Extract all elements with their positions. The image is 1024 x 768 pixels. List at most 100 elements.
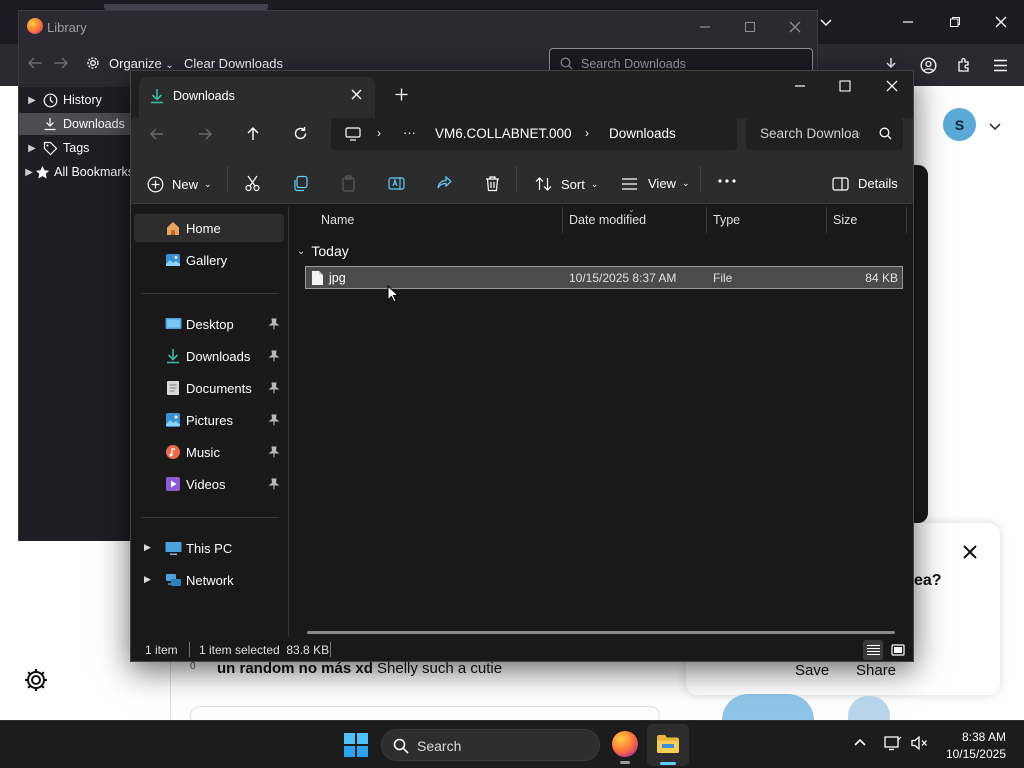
minimize-icon[interactable]	[794, 80, 806, 92]
breadcrumb-item[interactable]: Downloads	[609, 126, 676, 141]
nav-item-desktop[interactable]: Desktop	[134, 310, 284, 338]
column-header-date[interactable]: Date modified	[569, 213, 646, 227]
group-header[interactable]: ⌄ Today	[297, 243, 349, 259]
chevron-down-icon[interactable]	[987, 118, 1003, 134]
new-button[interactable]: New ⌄	[147, 176, 212, 193]
refresh-icon[interactable]	[293, 126, 308, 141]
chevron-right-icon[interactable]: ›	[585, 126, 589, 140]
tree-item-all-bookmarks[interactable]: ▶ All Bookmarks	[19, 161, 134, 183]
chevron-right-icon[interactable]: ›	[377, 126, 381, 140]
chevron-right-icon[interactable]: ▶	[144, 574, 151, 585]
pin-icon[interactable]	[268, 318, 280, 330]
close-icon[interactable]	[789, 21, 801, 33]
nav-item-pictures[interactable]: Pictures	[134, 406, 284, 434]
nav-item-home[interactable]: Home	[134, 214, 284, 242]
pin-icon[interactable]	[268, 478, 280, 490]
organize-button[interactable]: Organize ⌄	[109, 56, 174, 71]
chevron-right-icon[interactable]: ▶	[144, 542, 151, 553]
column-header-size[interactable]: Size	[833, 213, 857, 227]
column-header-name[interactable]: Name	[321, 213, 354, 227]
details-view-icon[interactable]	[863, 640, 883, 660]
copy-icon[interactable]	[292, 175, 309, 192]
file-explorer-taskbar-button[interactable]	[647, 724, 689, 766]
menu-icon[interactable]	[989, 54, 1011, 76]
view-button[interactable]: View ⌄	[621, 176, 690, 191]
pin-icon[interactable]	[268, 350, 280, 362]
close-icon[interactable]	[886, 80, 898, 92]
chevron-down-icon: ⌄	[590, 178, 599, 189]
save-button[interactable]: Save	[795, 662, 829, 679]
rename-icon[interactable]	[388, 175, 405, 192]
gear-icon[interactable]	[22, 666, 50, 694]
chevron-down-icon[interactable]	[816, 12, 836, 32]
start-icon[interactable]	[344, 733, 368, 757]
explorer-search-input[interactable]: Search Downloads	[746, 118, 903, 150]
close-icon[interactable]	[991, 12, 1011, 32]
forward-arrow-icon[interactable]	[53, 56, 69, 70]
column-header-type[interactable]: Type	[713, 213, 740, 227]
nav-item-gallery[interactable]: Gallery	[134, 246, 284, 274]
firefox-icon[interactable]	[612, 731, 638, 757]
back-arrow-icon[interactable]	[149, 127, 164, 141]
breadcrumb-item[interactable]: VM6.COLLABNET.000	[435, 126, 572, 141]
clock-icon	[41, 91, 59, 109]
taskbar-search[interactable]: Search	[381, 729, 600, 761]
restore-icon[interactable]	[945, 12, 965, 32]
nav-item-this-pc[interactable]: ▶ This PC	[134, 534, 284, 562]
back-arrow-icon[interactable]	[27, 56, 43, 70]
address-overflow[interactable]: ···	[403, 125, 416, 140]
nav-item-network[interactable]: ▶ Network	[134, 566, 284, 594]
comment-author[interactable]: un random no más xd	[217, 660, 373, 677]
nav-item-music[interactable]: Music	[134, 438, 284, 466]
tree-item-history[interactable]: ▶ History	[19, 89, 134, 111]
library-title: Library	[47, 20, 87, 35]
maximize-icon[interactable]	[839, 80, 851, 92]
sort-button[interactable]: Sort ⌄	[535, 176, 598, 192]
horizontal-scrollbar[interactable]	[307, 631, 895, 634]
search-icon	[393, 738, 409, 754]
clock-date[interactable]: 10/15/2025	[932, 747, 1006, 761]
thumbnail-view-icon[interactable]	[888, 640, 908, 660]
delete-icon[interactable]	[484, 175, 501, 192]
status-selection: 1 item selected 83.8 KB	[199, 643, 330, 657]
nav-label: This PC	[186, 540, 233, 556]
avatar[interactable]: S	[943, 108, 976, 141]
share-button[interactable]: Share	[856, 662, 896, 679]
close-icon[interactable]	[351, 89, 362, 100]
clear-downloads-button[interactable]: Clear Downloads	[184, 56, 283, 71]
maximize-icon[interactable]	[744, 21, 756, 33]
explorer-tab[interactable]: Downloads	[139, 77, 375, 118]
forward-arrow-icon[interactable]	[198, 127, 213, 141]
minimize-icon[interactable]	[898, 12, 918, 32]
nav-item-videos[interactable]: Videos	[134, 470, 284, 498]
nav-item-documents[interactable]: Documents	[134, 374, 284, 402]
gear-icon[interactable]	[85, 55, 101, 71]
minimize-icon[interactable]	[699, 21, 711, 33]
pin-icon[interactable]	[268, 414, 280, 426]
extensions-icon[interactable]	[953, 54, 975, 76]
cut-icon[interactable]	[244, 175, 261, 192]
search-label: Search	[417, 738, 462, 754]
clock-time[interactable]: 8:38 AM	[942, 730, 1006, 744]
chevron-right-icon[interactable]: ▶	[25, 95, 39, 106]
up-arrow-icon[interactable]	[246, 126, 260, 141]
pin-icon[interactable]	[268, 382, 280, 394]
nav-item-downloads[interactable]: Downloads	[134, 342, 284, 370]
share-icon[interactable]	[436, 175, 453, 192]
chevron-up-icon[interactable]	[853, 737, 867, 747]
volume-muted-icon[interactable]	[910, 735, 928, 751]
pin-icon[interactable]	[268, 446, 280, 458]
tree-item-tags[interactable]: ▶ Tags	[19, 137, 134, 159]
close-icon[interactable]	[958, 540, 982, 564]
details-button[interactable]: Details	[832, 176, 898, 191]
paste-icon[interactable]	[340, 175, 357, 192]
chevron-right-icon[interactable]: ▶	[25, 143, 39, 154]
more-options-icon[interactable]	[718, 179, 736, 183]
file-size: 84 KB	[865, 271, 898, 285]
new-tab-icon[interactable]	[395, 88, 408, 101]
tree-item-downloads[interactable]: Downloads	[19, 113, 134, 135]
display-icon[interactable]	[884, 735, 902, 751]
account-icon[interactable]	[917, 54, 939, 76]
address-input[interactable]: › ··· VM6.COLLABNET.000 › Downloads	[331, 118, 737, 150]
chevron-right-icon[interactable]: ▶	[25, 167, 33, 178]
